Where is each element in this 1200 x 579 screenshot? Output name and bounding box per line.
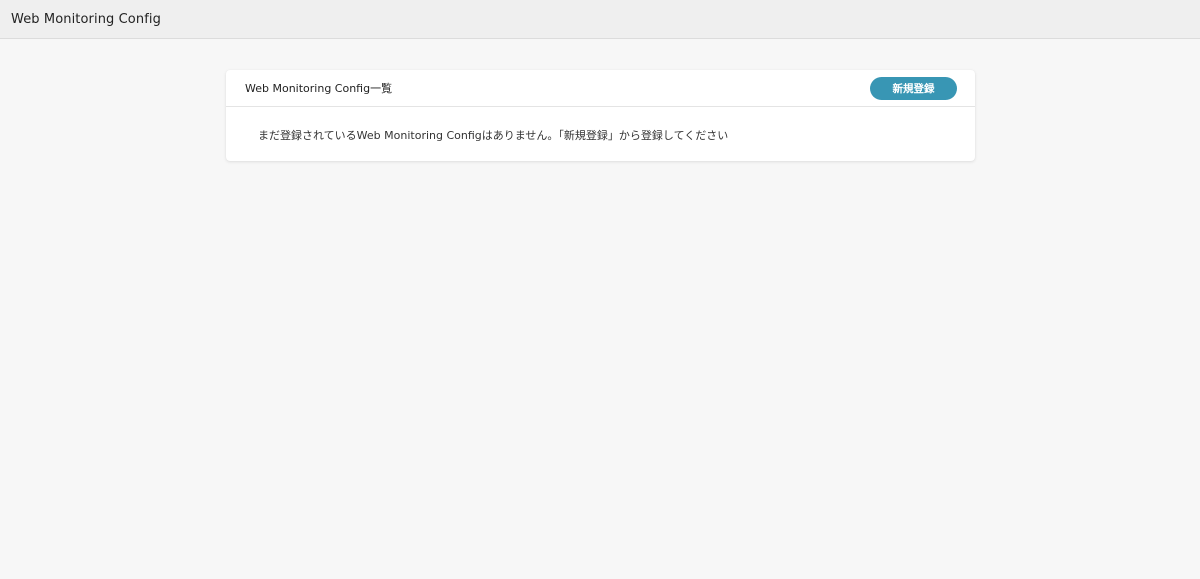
app-header: Web Monitoring Config [0,0,1200,39]
card-body: まだ登録されているWeb Monitoring Configはありません。「新規… [226,107,975,143]
card-header: Web Monitoring Config一覧 新規登録 [226,70,975,107]
config-list-card: Web Monitoring Config一覧 新規登録 まだ登録されているWe… [226,70,975,161]
empty-state-message: まだ登録されているWeb Monitoring Configはありません。「新規… [258,129,729,142]
card-title: Web Monitoring Config一覧 [245,82,393,95]
app-title: Web Monitoring Config [11,11,161,27]
new-registration-button[interactable]: 新規登録 [870,76,957,100]
